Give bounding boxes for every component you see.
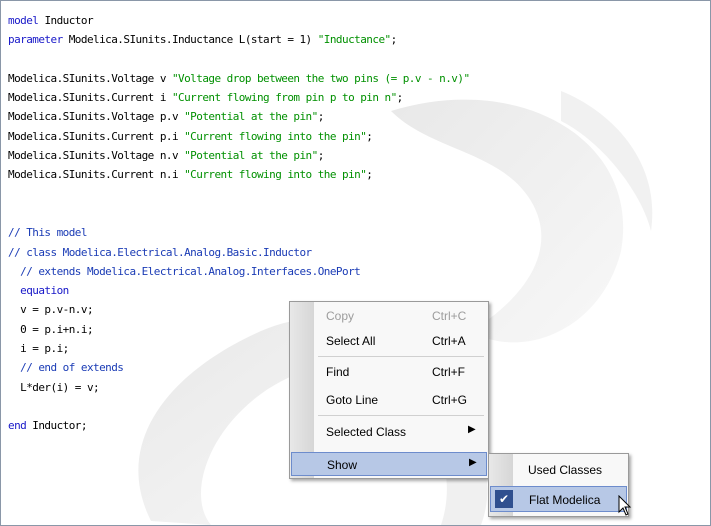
code-text: Modelica.SIunits.Current n.i: [8, 168, 185, 182]
code-comment: // This model: [8, 226, 88, 240]
code-text: ;: [366, 168, 373, 182]
code-keyword: equation: [8, 284, 69, 298]
menu-item-label: Goto Line: [326, 393, 379, 407]
code-text: ;: [317, 149, 325, 163]
menu-item-label: Find: [326, 365, 350, 379]
code-text: Modelica.SIunits.Voltage p.v: [8, 110, 185, 124]
menu-item-find[interactable]: Find Ctrl+F: [291, 360, 487, 384]
mouse-pointer-icon: [618, 495, 632, 516]
code-text: v = p.v-n.v;: [8, 303, 94, 317]
code-text: Modelica.SIunits.Voltage v: [8, 71, 172, 85]
code-comment: // end of extends: [8, 361, 124, 375]
code-text: L*der(i) = v;: [8, 380, 100, 394]
code-text: ;: [396, 91, 404, 105]
code-keyword: end: [8, 419, 27, 433]
code-comment: // extends Modelica.Electrical.Analog.In…: [8, 264, 361, 278]
code-line: // This model: [8, 223, 470, 242]
context-menu: Copy Ctrl+C Select All Ctrl+A Find Ctrl+…: [289, 301, 489, 479]
code-line: Modelica.SIunits.Voltage n.v "Potential …: [8, 146, 470, 165]
menu-item-label: Select All: [326, 334, 376, 348]
menu-item-select-all[interactable]: Select All Ctrl+A: [291, 329, 487, 353]
code-line: Modelica.SIunits.Current p.i "Current fl…: [8, 127, 470, 146]
code-line: model Inductor: [8, 11, 470, 30]
code-text: Modelica.SIunits.Inductance L(start = 1): [62, 33, 318, 47]
code-text: ;: [366, 129, 373, 143]
code-string: "Potential at the pin": [184, 149, 318, 163]
code-editor[interactable]: model Inductor parameter Modelica.SIunits…: [0, 0, 711, 526]
menu-item-label: Show: [327, 458, 358, 472]
menu-item-show[interactable]: Show ▶: [291, 452, 487, 476]
check-icon: ✔: [495, 490, 513, 508]
menu-item-selected-class[interactable]: Selected Class ▶: [291, 420, 487, 444]
submenu-item-used-classes[interactable]: Used Classes: [490, 457, 627, 483]
submenu-item-label: Used Classes: [528, 463, 603, 477]
code-string: "Inductance": [317, 33, 391, 47]
code-keyword: model: [8, 14, 39, 27]
code-text: ;: [317, 110, 325, 124]
code-text: 0 = p.i+n.i;: [8, 322, 94, 336]
menu-item-shortcut: Ctrl+C: [432, 309, 467, 323]
arrow-right-icon: ▶: [469, 457, 477, 468]
menu-item-shortcut: Ctrl+F: [432, 365, 465, 379]
show-submenu: Used Classes ✔ Flat Modelica: [488, 453, 629, 517]
arrow-right-icon: ▶: [468, 424, 476, 435]
menu-item-label: Selected Class: [326, 425, 407, 439]
code-string: "Current flowing from pin p to pin n": [171, 91, 397, 105]
menu-separator: [318, 415, 484, 416]
code-line: equation: [8, 281, 470, 300]
code-line: Modelica.SIunits.Current i "Current flow…: [8, 88, 470, 107]
code-line: // extends Modelica.Electrical.Analog.In…: [8, 262, 470, 281]
menu-item-copy[interactable]: Copy Ctrl+C: [291, 304, 487, 328]
submenu-item-flat-modelica[interactable]: ✔ Flat Modelica: [490, 486, 627, 512]
code-text: Inductor;: [26, 419, 87, 433]
code-line: parameter Modelica.SIunits.Inductance L(…: [8, 30, 470, 49]
code-text: ;: [390, 33, 398, 47]
code-text: Modelica.SIunits.Voltage n.v: [8, 149, 185, 163]
menu-item-label: Copy: [326, 309, 355, 323]
code-line: Modelica.SIunits.Current n.i "Current fl…: [8, 165, 470, 184]
code-text: i = p.i;: [8, 342, 69, 356]
code-string: "Current flowing into the pin": [184, 168, 367, 182]
code-text: Inductor: [38, 14, 94, 27]
code-string: "Voltage drop between the two pins (= p.…: [171, 71, 470, 85]
code-comment: // class Modelica.Electrical.Analog.Basi…: [8, 245, 312, 259]
code-line: Modelica.SIunits.Voltage p.v "Potential …: [8, 107, 470, 126]
code-keyword: parameter: [8, 33, 63, 47]
menu-item-shortcut: Ctrl+A: [432, 334, 466, 348]
submenu-item-label: Flat Modelica: [529, 493, 601, 507]
code-line: Modelica.SIunits.Voltage v "Voltage drop…: [8, 69, 470, 88]
menu-item-goto-line[interactable]: Goto Line Ctrl+G: [291, 388, 487, 412]
menu-item-shortcut: Ctrl+G: [432, 393, 468, 407]
code-line: // class Modelica.Electrical.Analog.Basi…: [8, 243, 470, 262]
code-text: Modelica.SIunits.Current i: [8, 91, 172, 105]
code-text: Modelica.SIunits.Current p.i: [8, 129, 185, 143]
code-string: "Potential at the pin": [184, 110, 318, 124]
code-string: "Current flowing into the pin": [184, 129, 367, 143]
menu-separator: [318, 356, 484, 357]
